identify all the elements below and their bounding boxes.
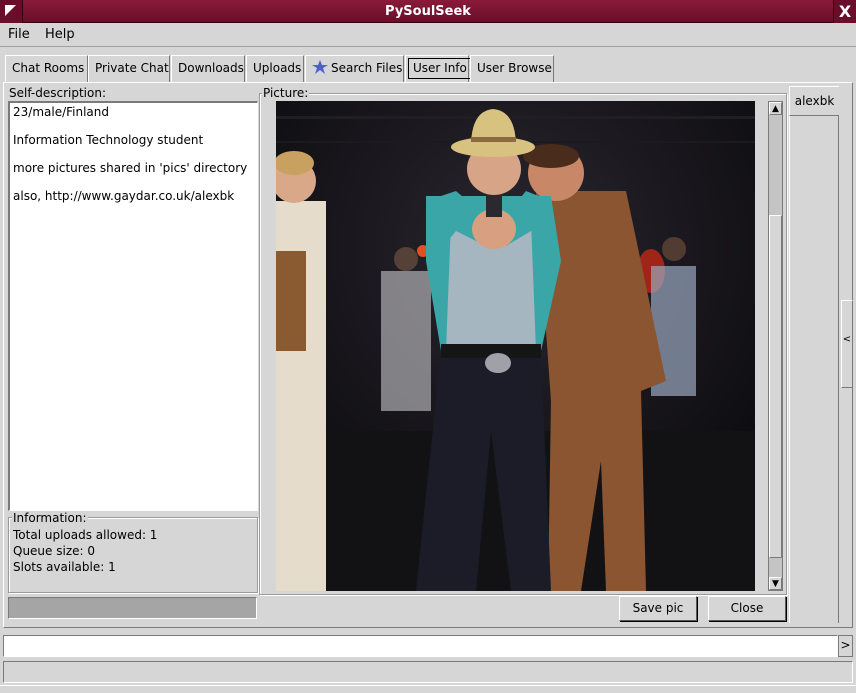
tab-label: User Info [408,58,472,79]
pane-collapse-handle[interactable]: < [841,300,853,388]
menu-file[interactable]: File [6,26,32,43]
scroll-down-arrow-icon[interactable]: ▼ [769,577,782,590]
user-tab-label: alexbk [794,94,835,108]
log-text-area[interactable] [3,635,838,657]
tab-label: Downloads [178,61,244,75]
self-description-line: Information Technology student [13,133,204,147]
menu-help[interactable]: Help [43,26,77,43]
tab-label: User Browse [477,61,552,75]
information-label: Information: [12,511,88,525]
tab-label: Uploads [253,61,302,75]
bottom-strip [0,685,856,693]
self-description-line: 23/male/Finland [13,105,109,119]
tab-label: Private Chat [95,61,169,75]
menu-bar: File Help [0,23,856,47]
scroll-up-arrow-icon[interactable]: ▲ [769,102,782,115]
user-picture [276,101,755,591]
window-title-bar: PySoulSeek [0,0,856,23]
window-close-button[interactable]: X [833,0,856,23]
save-pic-button[interactable]: Save pic [619,596,697,621]
user-tab-panel [789,116,839,623]
slots-available: Slots available: 1 [13,560,116,574]
window-menu-button[interactable] [0,0,23,23]
close-button[interactable]: Close [708,596,786,621]
chevron-left-icon: < [842,334,852,345]
progress-bar [8,597,257,619]
tab-user-browse[interactable]: User Browse [470,55,554,82]
tab-uploads[interactable]: Uploads [246,55,304,82]
tab-private-chat[interactable]: Private Chat [88,55,170,82]
log-scroll-button[interactable]: > [838,635,853,657]
self-description-text[interactable]: 23/male/Finland Information Technology s… [8,101,258,511]
tab-search-files[interactable]: Search Files [305,55,404,82]
tab-label: Search Files [331,61,403,75]
self-description-label: Self-description: [8,86,107,100]
tab-user-info[interactable]: User Info [405,55,472,82]
self-description-line: more pictures shared in 'pics' directory [13,161,248,175]
user-tab-alexbk[interactable]: alexbk [789,86,839,116]
queue-size: Queue size: 0 [13,544,95,558]
total-uploads-allowed: Total uploads allowed: 1 [13,528,158,542]
user-photo-image [276,101,755,591]
picture-vertical-scrollbar[interactable]: ▲ ▼ [768,101,783,591]
tab-downloads[interactable]: Downloads [171,55,245,82]
tab-chat-rooms[interactable]: Chat Rooms [5,55,88,82]
window-title: PySoulSeek [385,4,471,19]
close-icon: X [838,2,852,21]
scroll-thumb[interactable] [769,215,782,558]
status-bar [3,661,853,683]
self-description-line: also, http://www.gaydar.co.uk/alexbk [13,189,235,203]
tab-label: Chat Rooms [12,61,85,75]
chevron-right-icon: > [840,638,851,652]
picture-label: Picture: [262,86,310,100]
star-icon [312,60,328,74]
